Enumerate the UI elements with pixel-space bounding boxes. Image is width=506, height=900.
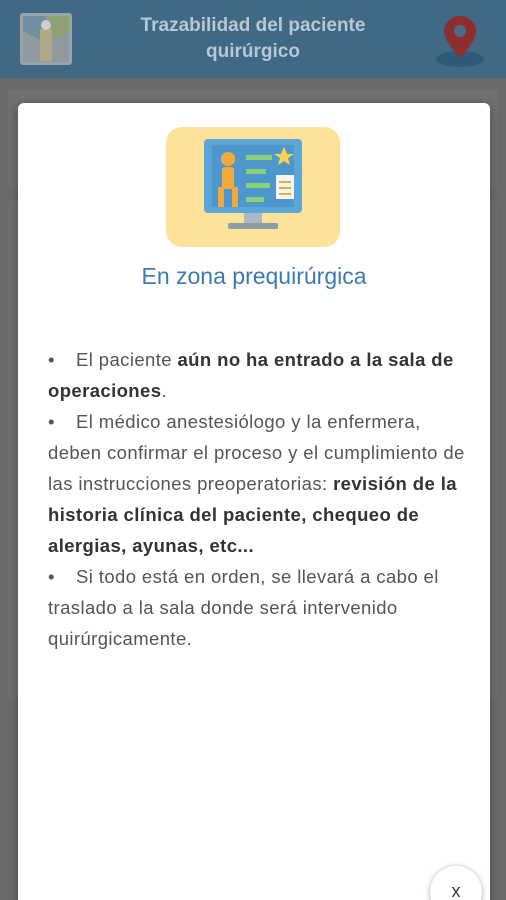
app-header: Trazabilidad del paciente quirúrgico xyxy=(0,0,506,78)
modal-content: • El paciente aún no ha entrado a la sala… xyxy=(48,344,468,654)
location-pin-icon[interactable] xyxy=(434,12,486,68)
bullet-icon: • xyxy=(48,411,55,432)
info-modal: En zona prequirúrgica • El paciente aún n… xyxy=(18,103,490,900)
bullet-text: . xyxy=(161,380,167,401)
list-item: • El paciente aún no ha entrado a la sala… xyxy=(48,344,468,406)
bullet-icon: • xyxy=(48,566,55,587)
bullet-text: Si todo está en orden, se llevará a cabo… xyxy=(48,566,439,649)
hospital-logo-icon xyxy=(20,13,72,65)
modal-title: En zona prequirúrgica xyxy=(141,263,367,289)
bullet-icon: • xyxy=(48,349,55,370)
list-item: • Si todo está en orden, se llevará a cab… xyxy=(48,561,468,654)
bullet-text: El paciente xyxy=(76,349,178,370)
list-item: • El médico anestesiólogo y la enfermera,… xyxy=(48,406,468,561)
monitor-patient-illustration-icon xyxy=(166,127,340,247)
app-title: Trazabilidad del paciente quirúrgico xyxy=(140,15,366,62)
